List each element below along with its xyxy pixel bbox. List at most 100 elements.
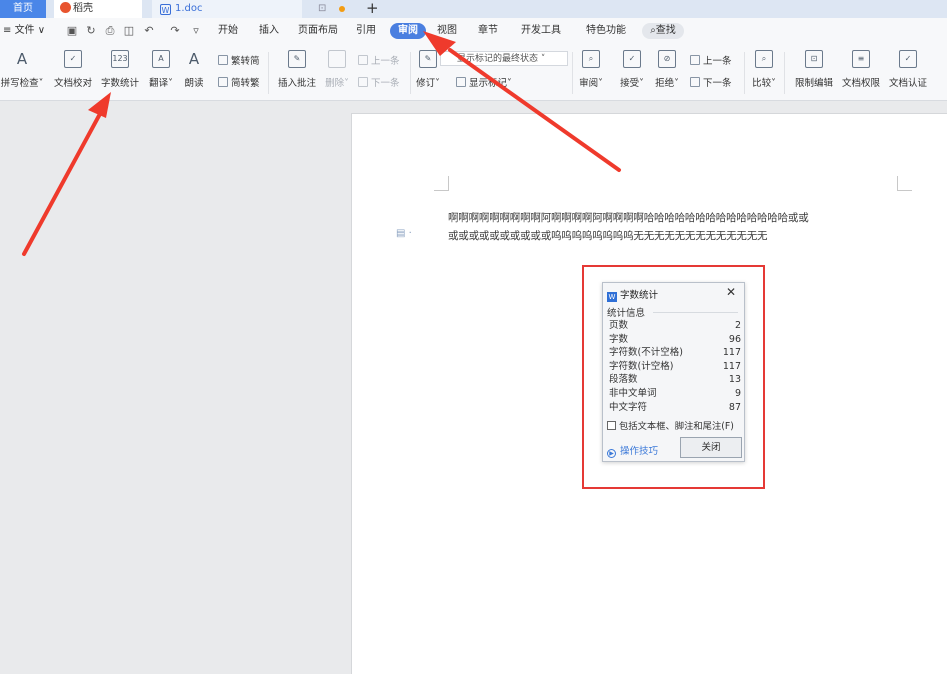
undo-icon[interactable]: ↶ [143,25,155,37]
checkbox-box[interactable] [607,421,616,430]
prev-change-icon [690,55,700,65]
quick-access-icon[interactable]: ↻ [85,25,97,37]
doc-proofread-button[interactable]: ✓ 文档校对 [52,50,94,89]
prev-comment-label: 上一条 [371,56,400,67]
search-label: 查找 [655,25,676,36]
close-icon[interactable]: ✕ [726,285,736,299]
next-comment-button[interactable]: 下一条 [358,75,400,89]
stat-value: 87 [728,401,741,413]
new-tab-plus-icon[interactable]: + [366,0,379,18]
spell-check-button[interactable]: A 拼写检查˅ [0,50,44,89]
menu-section[interactable]: 章节 [478,18,498,44]
chevron-down-icon: ˅ [540,54,546,64]
simp-to-trad-button[interactable]: 简转繁 [218,75,260,89]
tab-daoke[interactable]: 稻壳 [54,0,142,18]
next-change-icon [690,77,700,87]
menu-page-layout[interactable]: 页面布局 [298,18,338,44]
document-text-line[interactable]: 或或或或或或或或或或呜呜呜呜呜呜呜呜无无无无无无无无无无无无无 [448,228,768,243]
stat-label: 非中文单词 [609,387,657,399]
page-corner-mark [434,176,449,191]
stat-label: 字数 [609,333,629,345]
menu-review[interactable]: 审阅 [390,23,426,39]
stat-label: 页数 [609,320,629,331]
trad-simp-icon [218,55,228,65]
word-count-icon: 123 [111,50,129,68]
search-button[interactable]: ⌕查找 [642,23,684,39]
tab-pin-icon[interactable]: ⊡ [318,0,326,18]
menu-features[interactable]: 特色功能 [586,18,626,44]
print-icon[interactable]: ⎙ [104,25,116,37]
unsaved-dot-icon [339,6,345,12]
insert-comment-button[interactable]: ✎ 插入批注 [274,50,320,89]
tab-document[interactable]: W 1.doc [152,0,302,18]
writer-app-icon: W [607,292,617,302]
next-change-label: 下一条 [703,78,732,89]
tab-bar: 首页 稻壳 W 1.doc ⊡ + [0,0,947,18]
doc-permission-button[interactable]: ≡ 文档权限 [839,50,883,89]
ribbon-divider [410,52,411,94]
word-count-button[interactable]: 123 字数统计 [99,50,141,89]
track-changes-button[interactable]: ✎ 修订˅ [414,50,442,89]
customize-quickbar-icon[interactable]: ▿ [190,25,202,37]
spell-check-icon: A [16,50,28,68]
paragraph-marker-icon[interactable]: ▤ · [396,228,412,239]
operation-tips-label: 操作技巧 [620,446,659,457]
stat-row-paragraphs: 段落数 13 [609,373,741,387]
stat-value: 2 [734,320,741,331]
doc-certify-label: 文档认证 [888,78,927,89]
operation-tips-link[interactable]: ▶ 操作技巧 [607,443,658,458]
restrict-editing-label: 限制编辑 [794,78,833,89]
prev-change-button[interactable]: 上一条 [690,53,732,67]
file-menu[interactable]: ≡ 文件 ∨ [3,18,45,44]
delete-comment-button[interactable]: 删除˅ [322,50,352,89]
translate-button[interactable]: A 翻译˅ [146,50,176,89]
track-changes-label: 修订˅ [416,78,440,89]
next-comment-label: 下一条 [371,78,400,89]
close-button[interactable]: 关闭 [680,437,742,458]
tab-daoke-label: 稻壳 [73,3,93,14]
stat-row-chars-with-spaces: 字符数(计空格) 117 [609,360,741,374]
play-circle-icon: ▶ [607,449,616,458]
stat-row-non-chinese-words: 非中文单词 9 [609,387,741,401]
word-count-dialog: W 字数统计 ✕ 统计信息 页数 2 字数 96 字符数(不计空格) 117 字符数(计… [602,282,745,462]
menu-references[interactable]: 引用 [356,18,376,44]
proofread-icon: ✓ [64,50,82,68]
next-change-button[interactable]: 下一条 [690,75,732,89]
stat-value: 117 [722,360,741,372]
restrict-editing-button[interactable]: ⊡ 限制编辑 [792,50,836,89]
spell-check-label: 拼写检查˅ [0,78,44,89]
doc-certify-button[interactable]: ✓ 文档认证 [886,50,930,89]
menu-developer[interactable]: 开发工具 [521,18,561,44]
menu-view[interactable]: 视图 [437,18,457,44]
trad-to-simp-button[interactable]: 繁转简 [218,53,260,67]
markup-state-select[interactable]: 显示标记的最终状态 ˅ [440,51,568,66]
menu-start[interactable]: 开始 [218,18,238,44]
track-changes-icon: ✎ [419,50,437,68]
include-textbox-checkbox[interactable]: 包括文本框、脚注和尾注(F) [607,418,734,432]
restrict-editing-icon: ⊡ [805,50,823,68]
ribbon-divider [744,52,745,94]
save-icon[interactable]: ▣ [66,25,78,37]
doc-permission-icon: ≡ [852,50,870,68]
menu-insert[interactable]: 插入 [259,18,279,44]
arrow-to-word-count [22,92,111,256]
redo-icon[interactable]: ↷ [169,25,181,37]
reject-button[interactable]: ⊘ 拒绝˅ [652,50,682,89]
accept-label: 接受˅ [620,78,644,89]
markup-state-value: 显示标记的最终状态 [457,54,539,64]
reject-icon: ⊘ [658,50,676,68]
read-aloud-button[interactable]: A 朗读 [180,50,208,89]
accept-button[interactable]: ✓ 接受˅ [617,50,647,89]
accept-icon: ✓ [623,50,641,68]
review-pane-button[interactable]: ⌕ 审阅˅ [576,50,606,89]
compare-button[interactable]: ⌕ 比较˅ [750,50,778,89]
stat-label: 中文字符 [609,401,648,413]
delete-comment-icon [328,50,346,68]
show-markup-button[interactable]: 显示标记˅ [456,75,512,89]
document-text-line[interactable]: 啊啊啊啊啊啊啊啊啊阿啊啊啊啊阿啊啊啊啊哈哈哈哈哈哈哈哈哈哈哈哈哈哈或或 [448,210,809,225]
tab-home[interactable]: 首页 [0,0,46,18]
prev-comment-button[interactable]: 上一条 [358,53,400,67]
tab-document-label: 1.doc [175,3,203,14]
print-preview-icon[interactable]: ◫ [123,25,135,37]
section-divider [653,312,738,313]
